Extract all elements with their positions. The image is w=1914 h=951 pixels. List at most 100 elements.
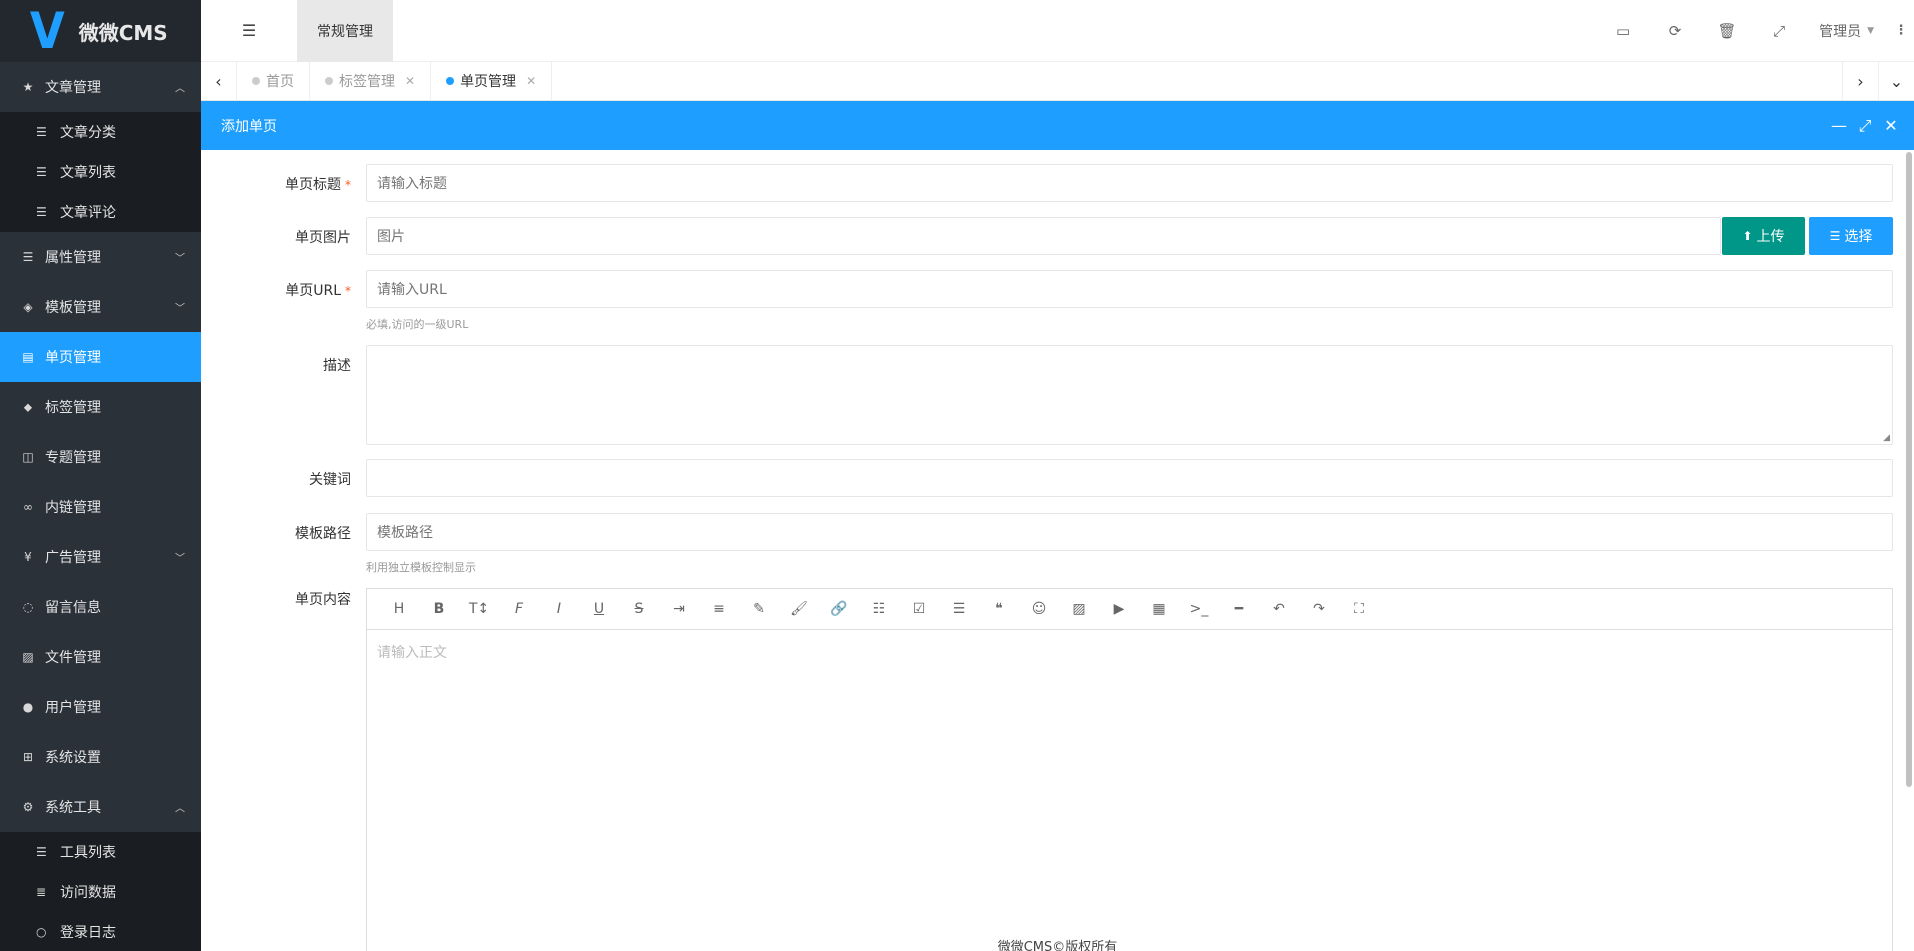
sidebar-item-templates[interactable]: ◈ 模板管理 ﹀ (0, 282, 201, 332)
comment-icon: ◌ (22, 600, 34, 614)
sidebar-item-articles[interactable]: ★ 文章管理 ︿ (0, 62, 201, 112)
table-icon[interactable]: ▦ (1139, 594, 1179, 624)
more-vertical-icon[interactable]: ⋮ (1888, 23, 1914, 38)
divider-icon[interactable]: ━ (1219, 594, 1259, 624)
sidebar-subitem-tool-list[interactable]: ☰ 工具列表 (0, 832, 201, 872)
sidebar-subitem-login-log[interactable]: ○ 登录日志 (0, 912, 201, 951)
sidebar-item-ads[interactable]: ¥ 广告管理 ﹀ (0, 532, 201, 582)
brush-icon[interactable]: 🖌 (779, 594, 819, 624)
align-icon[interactable]: ☰ (939, 594, 979, 624)
upload-button[interactable]: ⬆ 上传 (1722, 217, 1805, 255)
close-icon[interactable]: ✕ (1878, 116, 1904, 135)
quote-icon[interactable]: ❝ (979, 594, 1019, 624)
link-icon[interactable]: 🔗 (819, 594, 859, 624)
font-size-icon[interactable]: T↕ (459, 594, 499, 624)
desktop-icon[interactable]: ▭ (1597, 22, 1649, 40)
header-actions: ▭ ⟳ 🗑 ⤢ 管理员 ▼ ⋮ (1597, 0, 1914, 62)
page-title-input[interactable]: 请输入标题 (366, 164, 1893, 202)
redo-icon[interactable]: ↷ (1299, 594, 1339, 624)
sidebar-subitem-label: 文章评论 (60, 205, 116, 221)
sidebar-item-tags[interactable]: ⬥ 标签管理 (0, 382, 201, 432)
dialog-body: 单页标题 * 请输入标题 单页图片 图片 ⬆ 上传 ☰ 选择 单页URL * 请输入… (201, 150, 1914, 951)
strikethrough-icon[interactable]: S (619, 594, 659, 624)
refresh-icon[interactable]: ⟳ (1649, 22, 1701, 40)
tab-dot-icon (446, 77, 455, 85)
sidebar-item-messages[interactable]: ◌ 留言信息 (0, 582, 201, 632)
sidebar-item-files[interactable]: ▨ 文件管理 (0, 632, 201, 682)
chevron-down-icon: ﹀ (175, 253, 185, 265)
maximize-icon[interactable]: ⤢ (1852, 116, 1878, 136)
sidebar-item-settings[interactable]: ⊞ 系统设置 (0, 732, 201, 782)
emoji-icon[interactable]: ☺ (1019, 594, 1059, 624)
checkbox-icon[interactable]: ☑ (899, 594, 939, 624)
tabs-next-icon[interactable]: › (1842, 61, 1878, 101)
image-icon: ▨ (22, 650, 34, 664)
sidebar-item-label: 广告管理 (45, 550, 101, 566)
tag-icon: ⬥ (23, 399, 33, 414)
tab-home[interactable]: 首页 (237, 61, 310, 101)
video-icon[interactable]: ▶ (1099, 594, 1139, 624)
tab-label: 首页 (266, 74, 294, 90)
undo-icon[interactable]: ↶ (1259, 594, 1299, 624)
tabs-menu-chevron-down-icon[interactable]: ⌄ (1878, 61, 1914, 101)
tab-page-management[interactable]: 单页管理 ✕ (431, 61, 553, 101)
brand-name: 微微CMS (78, 20, 168, 45)
bulleted-list-icon[interactable]: ☷ (859, 594, 899, 624)
sidebar-item-pages[interactable]: ▤ 单页管理 (0, 332, 201, 382)
keywords-input[interactable] (366, 459, 1893, 497)
windows-icon: ⊞ (22, 750, 34, 764)
choose-button[interactable]: ☰ 选择 (1809, 217, 1893, 255)
form-row-url: 单页URL * 请输入URL 必填,访问的一级URL (201, 270, 1914, 331)
dialog-header[interactable]: 添加单页 — ⤢ ✕ (201, 101, 1914, 150)
header-tab-general[interactable]: 常规管理 (297, 0, 393, 62)
sidebar-subitem-article-categories[interactable]: ☰ 文章分类 (0, 112, 201, 152)
tab-dot-icon (325, 77, 333, 85)
menu-toggle-icon[interactable]: ☰ (201, 0, 297, 62)
resize-handle-icon[interactable]: ◢ (1883, 433, 1890, 443)
page-url-input[interactable]: 请输入URL (366, 270, 1893, 308)
page-image-input[interactable]: 图片 (366, 217, 1721, 255)
italic-icon[interactable]: I (539, 594, 579, 624)
code-icon[interactable]: >_ (1179, 594, 1219, 624)
submenu-articles: ☰ 文章分类 ☰ 文章列表 ☰ 文章评论 (0, 112, 201, 232)
sidebar-subitem-label: 工具列表 (60, 845, 116, 861)
pen-icon[interactable]: ✎ (739, 594, 779, 624)
sidebar-item-label: 内链管理 (45, 500, 101, 516)
sidebar-item-topics[interactable]: ◫ 专题管理 (0, 432, 201, 482)
field-label: 单页内容 (295, 592, 351, 608)
add-page-dialog: 添加单页 — ⤢ ✕ 单页标题 * 请输入标题 单页图片 图片 ⬆ 上传 ☰ 选择 (201, 101, 1914, 951)
minimize-icon[interactable]: — (1826, 116, 1852, 135)
sidebar-item-users[interactable]: ● 用户管理 (0, 682, 201, 732)
sidebar-subitem-visit-data[interactable]: ≣ 访问数据 (0, 872, 201, 912)
fullscreen-icon[interactable]: ⛶ (1339, 594, 1379, 624)
close-icon[interactable]: ✕ (526, 74, 536, 88)
editor-content-area[interactable]: 请输入正文 (367, 630, 1892, 674)
fullscreen-icon[interactable]: ⤢ (1753, 22, 1805, 40)
close-icon[interactable]: ✕ (405, 74, 415, 88)
sidebar-item-attributes[interactable]: ☰ 属性管理 ﹀ (0, 232, 201, 282)
bold-icon[interactable]: B (419, 594, 459, 624)
page-icon: ▤ (22, 350, 34, 364)
image-icon[interactable]: ▨ (1059, 594, 1099, 624)
field-label: 描述 (323, 358, 351, 374)
line-height-icon[interactable]: ≡ (699, 594, 739, 624)
star-icon: ★ (22, 80, 34, 94)
tab-tag-management[interactable]: 标签管理 ✕ (310, 61, 432, 101)
tabs-prev-icon[interactable]: ‹ (201, 61, 237, 101)
user-menu[interactable]: 管理员 ▼ (1805, 21, 1888, 41)
sidebar-subitem-article-list[interactable]: ☰ 文章列表 (0, 152, 201, 192)
sidebar-item-tools[interactable]: ⚙ 系统工具 ︿ (0, 782, 201, 832)
underline-icon[interactable]: U (579, 594, 619, 624)
sidebar-subitem-article-comments[interactable]: ☰ 文章评论 (0, 192, 201, 232)
indent-icon[interactable]: ⇥ (659, 594, 699, 624)
heading-icon[interactable]: H (379, 594, 419, 624)
font-family-icon[interactable]: F (499, 594, 539, 624)
description-textarea[interactable]: ◢ (366, 345, 1893, 445)
template-path-input[interactable]: 模板路径 (366, 513, 1893, 551)
logo[interactable]: V 微微CMS (0, 0, 201, 62)
trash-icon[interactable]: 🗑 (1701, 22, 1753, 40)
dialog-title: 添加单页 (221, 118, 277, 135)
tab-list: 首页 标签管理 ✕ 单页管理 ✕ (237, 61, 1842, 101)
sidebar-item-internal-links[interactable]: ∞ 内链管理 (0, 482, 201, 532)
yen-icon: ¥ (24, 550, 32, 564)
